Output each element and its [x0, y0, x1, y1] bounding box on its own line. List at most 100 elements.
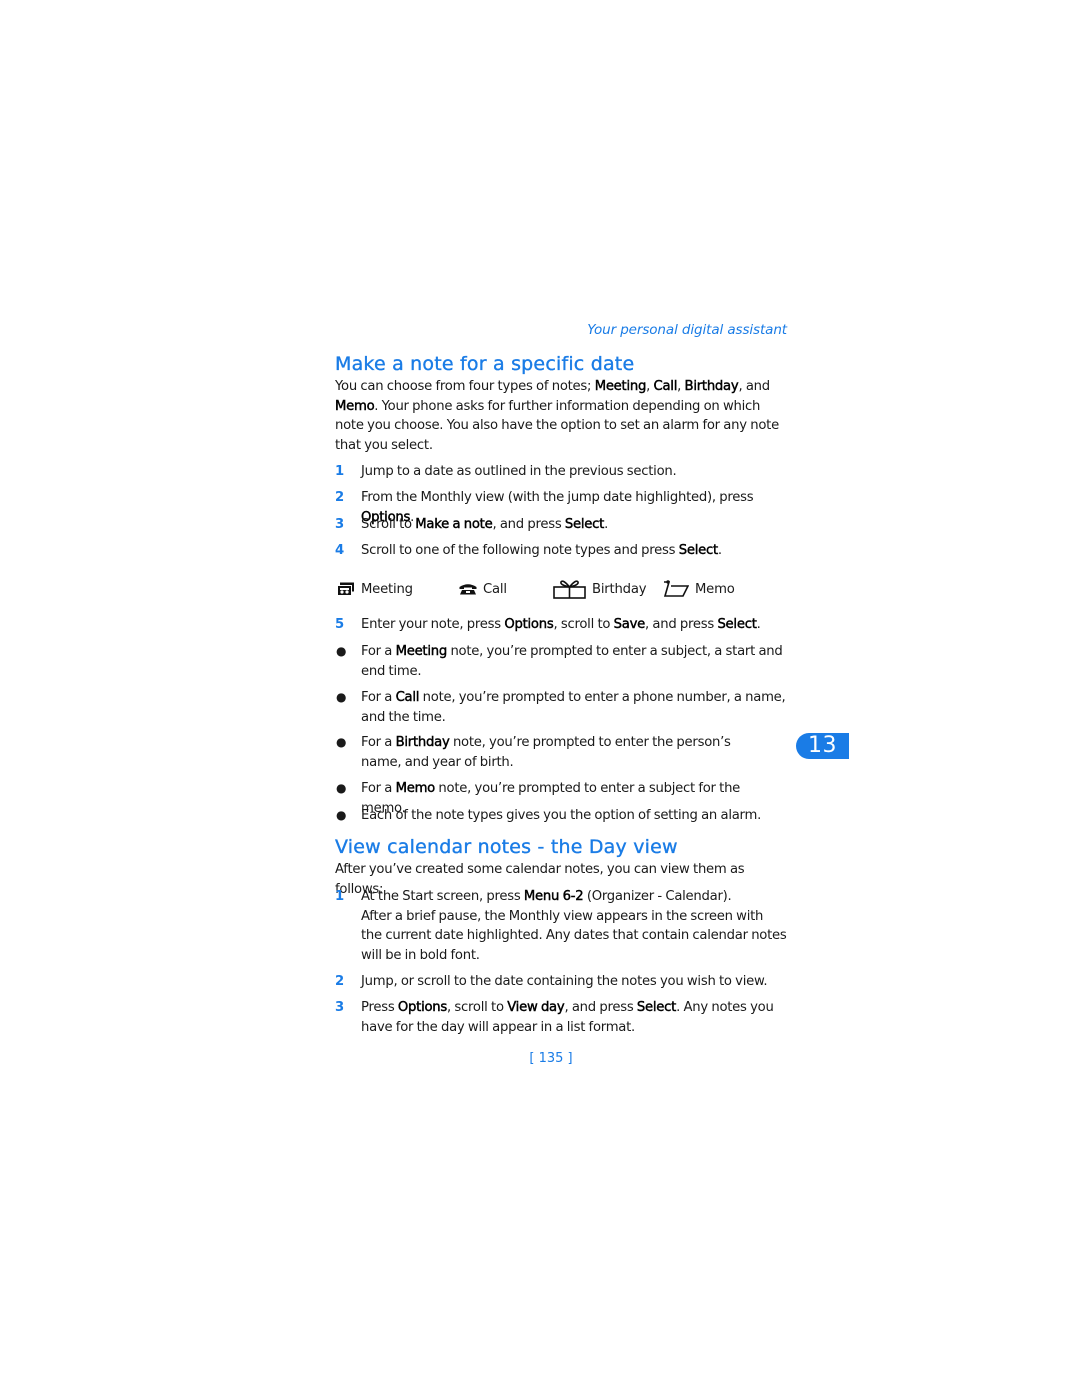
section-title-day-view: View calendar notes - the Day view	[335, 836, 678, 858]
ui-term: View day	[507, 1000, 565, 1015]
text-run: You can choose from four types of notes;	[335, 379, 595, 394]
step-number: 4	[335, 543, 344, 558]
birthday-icon	[553, 580, 586, 599]
bullet-icon: ●	[336, 808, 347, 822]
meeting-icon	[337, 582, 354, 596]
ui-term: Options	[397, 1000, 448, 1015]
step-item: 4 Scroll to one of the following note ty…	[335, 541, 787, 561]
step-item: 3 Press Options, scroll to View day, and…	[335, 998, 787, 1037]
ui-term: Menu 6-2	[523, 889, 584, 904]
note-type-memo: Memo	[663, 579, 735, 599]
step-text: At the Start screen, press Menu 6-2 (Org…	[361, 887, 787, 907]
bullet-item: ● For a Birthday note, you’re prompted t…	[335, 733, 771, 772]
text-run: , scroll to	[553, 617, 614, 632]
step-item: 3 Scroll to Make a note, and press Selec…	[335, 515, 787, 535]
bullet-icon: ●	[336, 644, 347, 658]
step-item: 5 Enter your note, press Options, scroll…	[335, 615, 787, 635]
note-type-meeting: Meeting	[337, 579, 413, 599]
step-text: Press Options, scroll to View day, and p…	[361, 998, 787, 1037]
text-run: From the Monthly view (with the jump dat…	[361, 490, 754, 505]
ui-term: Birthday	[684, 379, 739, 394]
ui-term: Memo	[395, 781, 435, 796]
step-number: 3	[335, 517, 344, 532]
text-run: (Organizer - Calendar).	[583, 889, 732, 904]
note-types-row: Meeting Call Birthday Memo	[335, 579, 787, 599]
bullet-text: For a Call note, you’re prompted to ente…	[361, 688, 787, 727]
bullet-icon: ●	[336, 781, 347, 795]
step-text: Enter your note, press Options, scroll t…	[361, 615, 787, 635]
ui-term: Options	[504, 617, 554, 632]
step-number: 2	[335, 490, 344, 505]
ui-term: Call	[395, 690, 420, 705]
ui-term: Save	[613, 617, 645, 632]
bullet-icon: ●	[336, 735, 347, 749]
bullet-icon: ●	[336, 690, 347, 704]
text-run: For a	[361, 690, 396, 705]
step-text: Scroll to one of the following note type…	[361, 541, 787, 561]
step-number: 2	[335, 974, 344, 989]
running-header: Your personal digital assistant	[587, 322, 787, 338]
note-type-label: Memo	[695, 581, 735, 597]
note-type-birthday: Birthday	[553, 579, 647, 599]
ui-term: Make a note	[415, 517, 493, 532]
ui-term: Call	[653, 379, 678, 394]
section-title-make-note: Make a note for a specific date	[335, 353, 635, 375]
ui-term: Select	[564, 517, 605, 532]
text-run: , and press	[564, 1000, 637, 1015]
text-run: Scroll to	[361, 517, 416, 532]
text-run: Scroll to one of the following note type…	[361, 543, 679, 558]
text-run: .	[756, 617, 761, 632]
bullet-text: Each of the note types gives you the opt…	[361, 806, 787, 826]
step-text: Jump, or scroll to the date containing t…	[361, 972, 787, 992]
text-run: At the Start screen, press	[361, 889, 524, 904]
text-run: , scroll to	[447, 1000, 508, 1015]
text-run: .	[717, 543, 722, 558]
step-followup: After a brief pause, the Monthly view ap…	[361, 908, 787, 963]
bullet-text: For a Birthday note, you’re prompted to …	[361, 733, 771, 772]
step-item: 2 Jump, or scroll to the date containing…	[335, 972, 787, 992]
text-run: For a	[361, 781, 396, 796]
ui-term: Meeting	[395, 644, 447, 659]
text-run: , and press	[492, 517, 565, 532]
text-run: ,	[646, 379, 654, 394]
text-run: note, you’re prompted to enter a phone n…	[361, 690, 786, 725]
note-type-label: Call	[483, 581, 507, 597]
step-number: 1	[335, 889, 344, 904]
text-run: Press	[361, 1000, 398, 1015]
ui-term: Meeting	[594, 379, 647, 394]
bullet-item: ● For a Meeting note, you’re prompted to…	[335, 642, 787, 681]
step-text: Scroll to Make a note, and press Select.	[361, 515, 787, 535]
text-run: .	[604, 517, 609, 532]
bullet-text: For a Meeting note, you’re prompted to e…	[361, 642, 787, 681]
section1-intro: You can choose from four types of notes;…	[335, 377, 787, 455]
bullet-item: ● For a Call note, you’re prompted to en…	[335, 688, 787, 727]
text-run: ,	[677, 379, 685, 394]
note-type-label: Meeting	[361, 581, 413, 597]
note-type-label: Birthday	[592, 581, 647, 597]
ui-term: Memo	[335, 398, 375, 414]
text-run: Each of the note types gives you the opt…	[361, 808, 762, 823]
ui-term: Select	[636, 1000, 677, 1015]
step-item: 1 Jump to a date as outlined in the prev…	[335, 462, 787, 482]
text-run: , and press	[645, 617, 718, 632]
step-number: 1	[335, 464, 344, 479]
ui-term: Birthday	[395, 735, 450, 750]
ui-term: Select	[678, 543, 718, 558]
text-run: For a	[361, 735, 396, 750]
call-icon	[459, 584, 477, 595]
text-run: Jump, or scroll to the date containing t…	[361, 974, 768, 989]
text-run: , and	[738, 379, 770, 394]
text-run: For a	[361, 644, 396, 659]
page-number: [ 135 ]	[529, 1051, 573, 1066]
bullet-item: ● Each of the note types gives you the o…	[335, 806, 787, 826]
memo-icon	[663, 580, 689, 597]
step-text: Jump to a date as outlined in the previo…	[361, 462, 787, 482]
step-item: 1 At the Start screen, press Menu 6-2 (O…	[335, 887, 787, 965]
note-type-call: Call	[459, 579, 507, 599]
step-number: 3	[335, 1000, 344, 1015]
ui-term: Select	[717, 617, 757, 632]
text-run: Jump to a date as outlined in the previo…	[361, 464, 677, 479]
text-run: . Your phone asks for further informatio…	[335, 398, 779, 453]
step-number: 5	[335, 617, 344, 632]
chapter-tab: 13	[796, 733, 849, 759]
